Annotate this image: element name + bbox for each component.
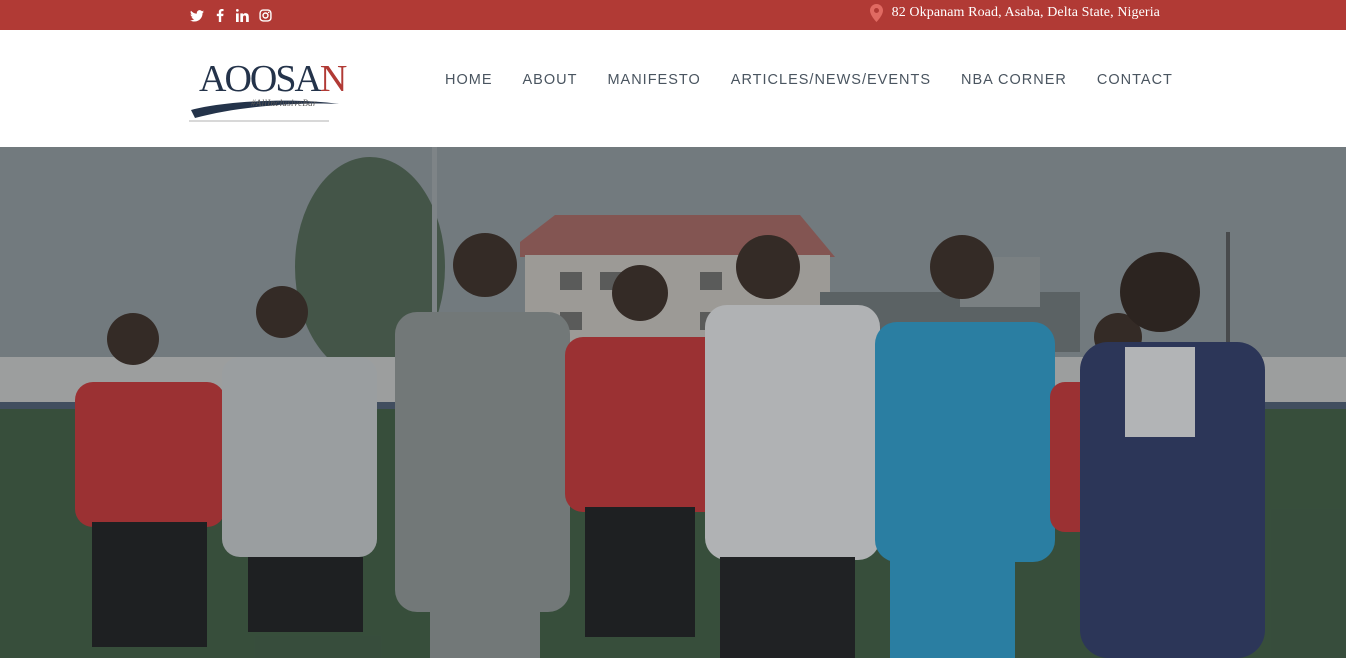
nav-contact[interactable]: CONTACT: [1097, 72, 1173, 88]
map-pin-icon: [869, 4, 883, 22]
hero-banner: [0, 147, 1346, 658]
nav-manifesto[interactable]: MANIFESTO: [607, 72, 700, 88]
twitter-icon[interactable]: [189, 8, 204, 23]
linkedin-icon[interactable]: [235, 8, 250, 23]
top-bar: 82 Okpanam Road, Asaba, Delta State, Nig…: [0, 0, 1346, 30]
logo-wordmark: AOOSAN: [199, 58, 347, 100]
site-header: AOOSAN #AllInclusiveBar HOME ABOUT MANIF…: [0, 30, 1346, 147]
nav-nba-corner[interactable]: NBA CORNER: [961, 72, 1067, 88]
nav-articles-news-events[interactable]: ARTICLES/NEWS/EVENTS: [731, 72, 931, 88]
logo-tagline: #AllInclusiveBar: [251, 98, 317, 108]
hero-overlay: [0, 147, 1346, 658]
instagram-icon[interactable]: [258, 8, 273, 23]
address-text: 82 Okpanam Road, Asaba, Delta State, Nig…: [891, 5, 1160, 20]
nav-home[interactable]: HOME: [445, 72, 493, 88]
social-links: [189, 8, 273, 23]
address-block: 82 Okpanam Road, Asaba, Delta State, Nig…: [869, 4, 1160, 22]
main-nav: HOME ABOUT MANIFESTO ARTICLES/NEWS/EVENT…: [445, 72, 1173, 88]
nav-about[interactable]: ABOUT: [523, 72, 578, 88]
site-logo[interactable]: AOOSAN #AllInclusiveBar: [189, 58, 347, 124]
facebook-icon[interactable]: [212, 8, 227, 23]
logo-wordmark-main: AOOSA: [199, 58, 322, 100]
logo-wordmark-accent: N: [319, 58, 347, 100]
